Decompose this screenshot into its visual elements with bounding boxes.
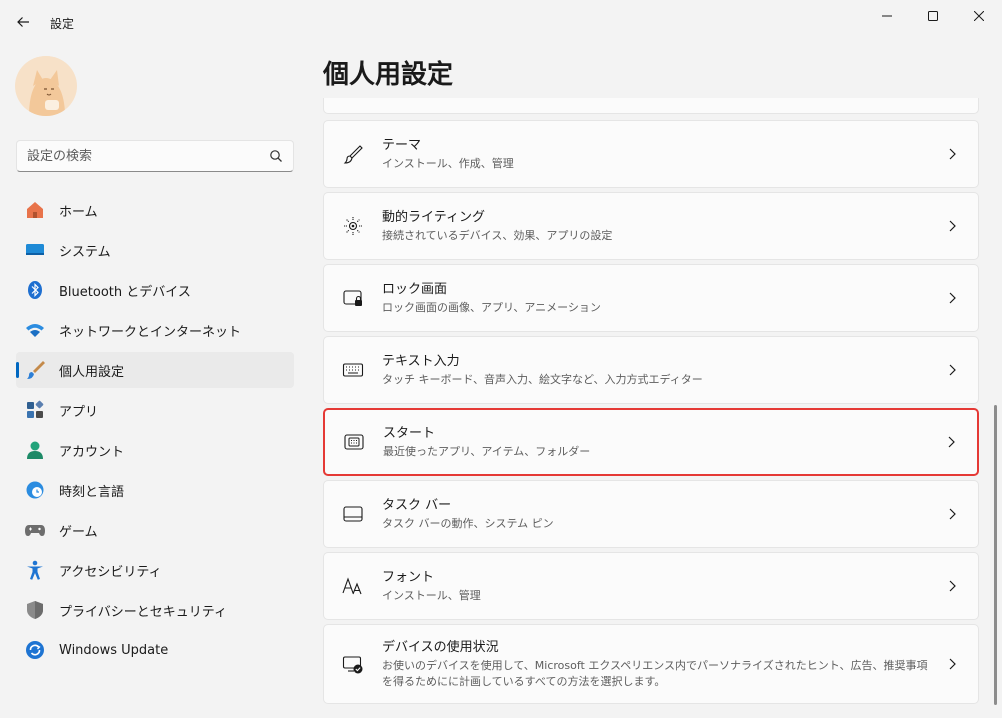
bluetooth-icon (24, 279, 46, 301)
chevron-right-icon (944, 656, 960, 672)
sidebar-item-label: アクセシビリティ (59, 564, 162, 580)
previous-card-edge (323, 98, 979, 114)
card-title: タスク バー (382, 497, 452, 513)
title-bar: 設定 (0, 0, 1002, 44)
minimize-button[interactable] (864, 0, 910, 32)
chevron-right-icon (944, 290, 960, 306)
minimize-icon (882, 15, 892, 17)
sidebar-item-label: システム (59, 244, 111, 260)
brush-icon (340, 141, 366, 167)
card-subtitle: タスク バーの動作、システム ピン (382, 516, 554, 530)
keyboard-icon (340, 357, 366, 383)
fonts-card[interactable]: フォント インストール、管理 (323, 552, 979, 620)
sidebar-item-label: アプリ (59, 404, 99, 420)
dynamic-lighting-card[interactable]: 動的ライティング 接続されているデバイス、効果、アプリの設定 (323, 192, 979, 260)
chevron-right-icon (944, 362, 960, 378)
taskbar-icon (340, 501, 366, 527)
card-title: ロック画面 (382, 281, 448, 297)
lock-screen-icon (340, 285, 366, 311)
windows-update-icon (24, 639, 46, 661)
back-arrow-icon (17, 17, 29, 27)
sidebar-item-label: ゲーム (59, 524, 98, 540)
sidebar-item-network[interactable]: ネットワークとインターネット (16, 312, 294, 348)
wifi-icon (24, 319, 46, 341)
time-language-icon (24, 479, 46, 501)
chevron-right-icon (944, 218, 960, 234)
card-title: 動的ライティング (382, 209, 485, 225)
sidebar-item-apps[interactable]: アプリ (16, 392, 294, 428)
card-subtitle: 接続されているデバイス、効果、アプリの設定 (382, 228, 613, 242)
text-input-card[interactable]: テキスト入力 タッチ キーボード、音声入力、絵文字など、入力方式エディター (323, 336, 979, 404)
sidebar-item-home[interactable]: ホーム (16, 192, 294, 228)
card-title: フォント (382, 569, 435, 585)
search-input[interactable] (17, 141, 247, 171)
card-title: テーマ (382, 137, 422, 153)
device-usage-icon (340, 651, 366, 677)
sidebar-item-label: 個人用設定 (59, 364, 125, 380)
apps-icon (24, 399, 46, 421)
chevron-right-icon (944, 146, 960, 162)
search-icon[interactable] (269, 149, 283, 163)
close-icon (974, 11, 984, 21)
maximize-icon (928, 11, 938, 21)
card-subtitle: ロック画面の画像、アプリ、アニメーション (382, 300, 601, 314)
app-title: 設定 (50, 17, 75, 31)
page-title: 個人用設定 (323, 60, 454, 90)
sidebar-item-label: Windows Update (59, 642, 169, 658)
sidebar-item-time-language[interactable]: 時刻と言語 (16, 472, 294, 508)
back-button[interactable] (8, 8, 38, 36)
sidebar-item-bluetooth[interactable]: Bluetooth とデバイス (16, 272, 294, 308)
lock-screen-card[interactable]: ロック画面 ロック画面の画像、アプリ、アニメーション (323, 264, 979, 332)
search-box[interactable] (16, 140, 294, 172)
card-subtitle: タッチ キーボード、音声入力、絵文字など、入力方式エディター (382, 372, 703, 386)
taskbar-card[interactable]: タスク バー タスク バーの動作、システム ピン (323, 480, 979, 548)
sidebar-item-label: アカウント (59, 444, 125, 460)
home-icon (24, 199, 46, 221)
dynamic-lighting-icon (340, 213, 366, 239)
sidebar-item-accounts[interactable]: アカウント (16, 432, 294, 468)
sidebar-item-label: Bluetooth とデバイス (59, 284, 191, 300)
card-subtitle: お使いのデバイスを使用して、Microsoft エクスペリエンス内でパーソナライ… (382, 658, 928, 688)
chevron-right-icon (944, 506, 960, 522)
card-subtitle: 最近使ったアプリ、アイテム、フォルダー (383, 444, 591, 458)
sidebar-item-system[interactable]: システム (16, 232, 294, 268)
card-subtitle: インストール、管理 (382, 588, 481, 602)
sidebar-item-personalization[interactable]: 個人用設定 (16, 352, 294, 388)
account-icon (24, 439, 46, 461)
card-title: テキスト入力 (382, 353, 460, 369)
sidebar-item-label: 時刻と言語 (59, 484, 125, 500)
sidebar-item-label: ネットワークとインターネット (59, 324, 242, 340)
close-button[interactable] (956, 0, 1002, 32)
chevron-right-icon (944, 578, 960, 594)
sidebar-item-label: プライバシーとセキュリティ (59, 604, 227, 620)
start-card[interactable]: スタート 最近使ったアプリ、アイテム、フォルダー (323, 408, 979, 476)
cat-avatar-icon (16, 56, 76, 116)
accessibility-icon (24, 559, 46, 581)
sidebar-nav: ホーム システム Bluetooth とデバイス ネットワークとインターネット … (16, 192, 294, 672)
avatar[interactable] (15, 56, 77, 116)
device-usage-card[interactable]: デバイスの使用状況 お使いのデバイスを使用して、Microsoft エクスペリエ… (323, 624, 979, 704)
sidebar-item-privacy[interactable]: プライバシーとセキュリティ (16, 592, 294, 628)
start-icon (341, 429, 367, 455)
theme-card[interactable]: テーマ インストール、作成、管理 (323, 120, 979, 188)
settings-list: テーマ インストール、作成、管理 動的ライティング 接続されているデバイス、効果… (323, 98, 979, 718)
scrollbar[interactable] (994, 405, 997, 705)
maximize-button[interactable] (910, 0, 956, 32)
sidebar-item-gaming[interactable]: ゲーム (16, 512, 294, 548)
font-icon (340, 573, 366, 599)
sidebar-item-accessibility[interactable]: アクセシビリティ (16, 552, 294, 588)
chevron-right-icon (943, 434, 959, 450)
card-title: デバイスの使用状況 (382, 639, 499, 655)
sidebar-item-windows-update[interactable]: Windows Update (16, 632, 294, 668)
brush-icon (24, 359, 46, 381)
sidebar-item-label: ホーム (59, 204, 98, 220)
card-title: スタート (383, 425, 436, 441)
system-icon (24, 239, 46, 261)
card-subtitle: インストール、作成、管理 (382, 156, 514, 170)
shield-icon (24, 599, 46, 621)
gaming-icon (24, 519, 46, 541)
